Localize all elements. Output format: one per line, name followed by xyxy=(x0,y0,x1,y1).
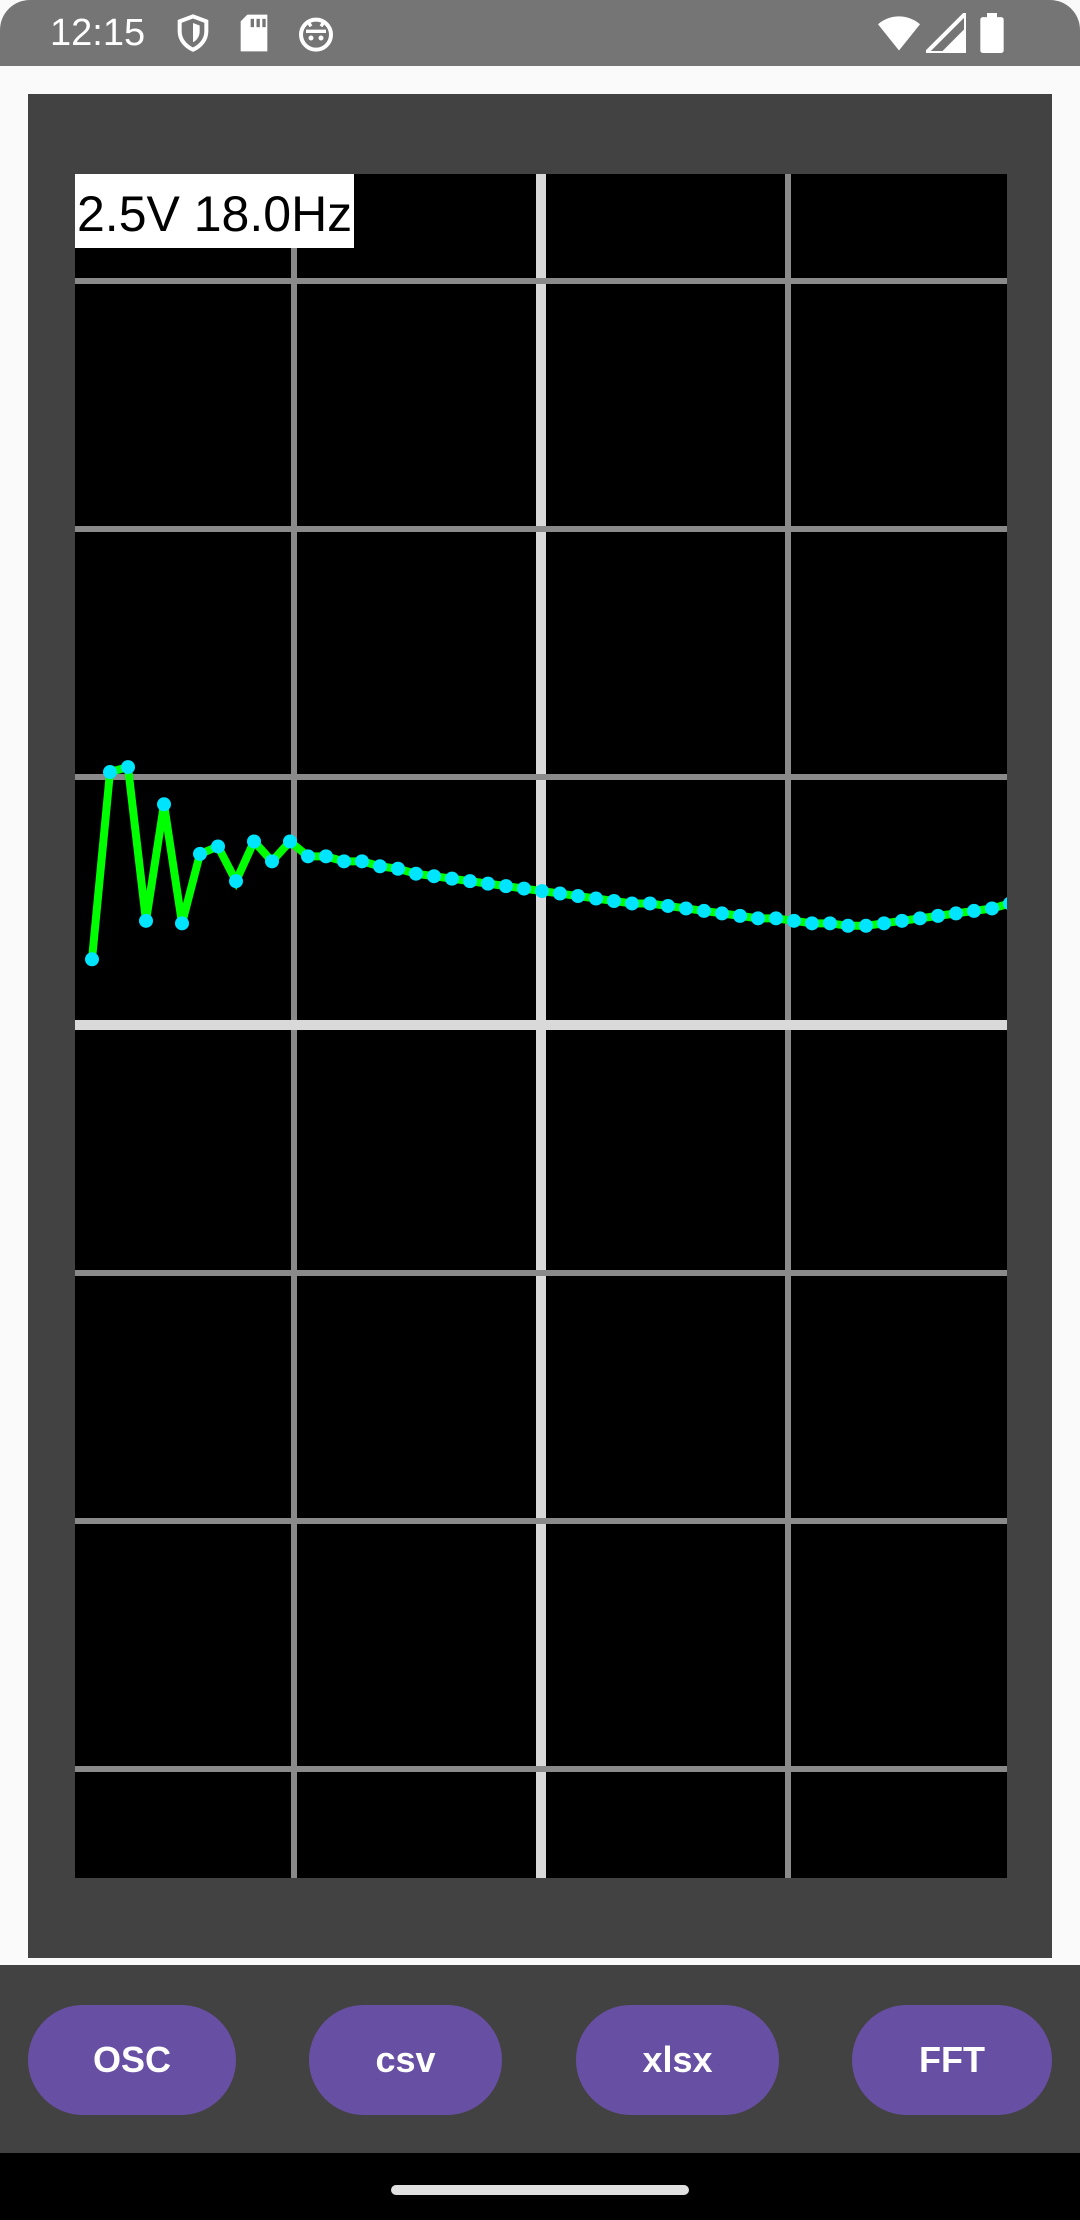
sample-point xyxy=(535,884,549,899)
sample-point xyxy=(589,891,603,906)
sample-point xyxy=(211,839,225,854)
sample-point xyxy=(229,874,243,889)
signal-trace-line xyxy=(88,761,1007,960)
sample-point xyxy=(643,896,657,911)
sample-point xyxy=(679,901,693,916)
sample-point xyxy=(823,916,837,931)
sample-point xyxy=(409,866,423,881)
sample-point xyxy=(607,894,621,908)
sample-point xyxy=(355,854,369,869)
signal-trace xyxy=(88,761,1007,960)
sample-point xyxy=(787,913,801,928)
sample-point xyxy=(517,881,531,896)
sample-point xyxy=(391,861,405,876)
sample-point xyxy=(913,911,927,926)
sample-point xyxy=(337,854,351,869)
sample-point xyxy=(931,908,945,923)
status-bar: 12:15 xyxy=(0,0,1080,66)
sample-point xyxy=(481,876,495,891)
oscilloscope-plot xyxy=(75,174,1007,1878)
sample-point xyxy=(715,906,729,921)
sample-point xyxy=(499,879,513,894)
sample-point xyxy=(373,859,387,874)
battery-icon xyxy=(980,13,1004,58)
sample-point xyxy=(319,849,333,864)
sample-point xyxy=(877,916,891,931)
sample-point xyxy=(661,898,675,913)
sample-point xyxy=(841,918,855,933)
sample-point xyxy=(139,913,153,928)
sample-point xyxy=(751,911,765,926)
fft-button[interactable]: FFT xyxy=(852,2005,1052,2115)
sample-point xyxy=(103,765,117,780)
sample-point xyxy=(553,886,567,901)
oscilloscope-grid xyxy=(75,174,1007,1878)
sample-point xyxy=(157,797,171,812)
wifi-icon xyxy=(878,13,920,58)
sample-point xyxy=(805,916,819,931)
bottom-toolbar: OSC csv xlsx FFT xyxy=(0,1965,1080,2153)
sample-point xyxy=(283,834,297,849)
shield-icon xyxy=(173,13,213,58)
sample-point xyxy=(427,869,441,884)
sample-point xyxy=(571,889,585,904)
sample-point xyxy=(445,871,459,886)
sample-point xyxy=(247,834,261,849)
sample-point xyxy=(193,846,207,861)
csv-export-button[interactable]: csv xyxy=(309,2005,502,2115)
sample-point xyxy=(985,901,999,916)
signal-icon xyxy=(921,8,968,58)
xlsx-export-button[interactable]: xlsx xyxy=(576,2005,779,2115)
sample-point xyxy=(85,952,99,967)
sample-point xyxy=(463,874,477,889)
sd-card-icon xyxy=(236,13,272,58)
sample-point xyxy=(895,913,909,928)
voltage-frequency-readout: 2.5V 18.0Hz xyxy=(75,174,355,248)
sample-point xyxy=(949,906,963,921)
home-gesture-handle[interactable] xyxy=(391,2185,689,2195)
sample-point xyxy=(967,903,981,918)
sample-point xyxy=(265,854,279,869)
sample-point xyxy=(859,918,873,933)
sample-point xyxy=(175,916,189,931)
sample-point xyxy=(625,896,639,911)
android-head-icon xyxy=(296,13,336,58)
sample-point xyxy=(301,849,315,864)
sample-point xyxy=(121,760,135,775)
oscilloscope-screen[interactable] xyxy=(75,174,1007,1878)
navigation-bar xyxy=(0,2153,1080,2220)
sample-point xyxy=(697,903,711,918)
osc-button[interactable]: OSC xyxy=(28,2005,236,2115)
status-time: 12:15 xyxy=(50,12,146,54)
sample-point xyxy=(733,908,747,923)
sample-point xyxy=(769,911,783,926)
